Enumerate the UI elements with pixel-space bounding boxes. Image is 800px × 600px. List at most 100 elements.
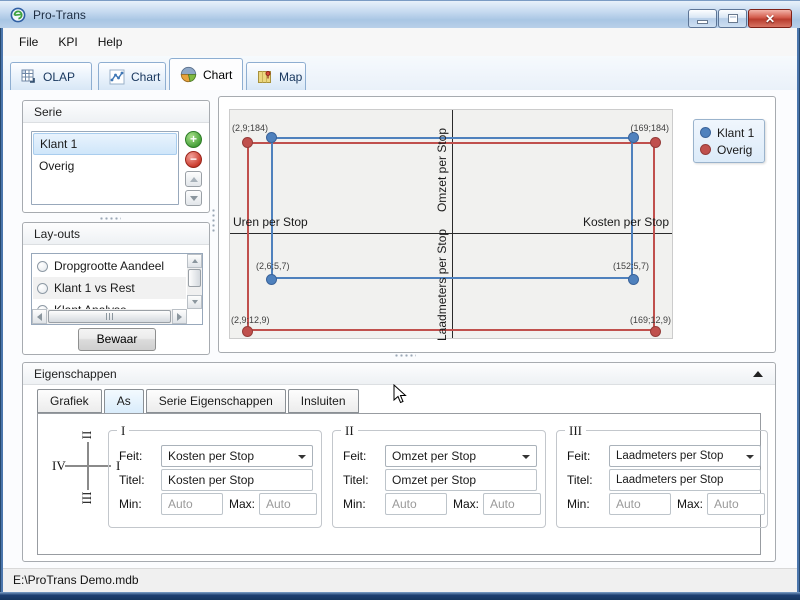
axis-label-top: Omzet per Stop [435,115,451,225]
horizontal-scrollbar[interactable] [32,309,187,324]
menu-file[interactable]: File [9,31,48,53]
titel-label: Titel: [567,473,593,487]
tab-serie-eigenschappen[interactable]: Serie Eigenschappen [146,389,286,413]
add-serie-button[interactable]: + [185,131,202,148]
bewaar-button[interactable]: Bewaar [78,328,156,351]
close-button[interactable]: ✕ [748,9,792,28]
data-point-klant1 [628,132,639,143]
feit-label: Feit: [119,449,142,463]
tab-insluiten[interactable]: Insluiten [288,389,359,413]
min-input-III[interactable]: Auto [609,493,671,515]
feit-label: Feit: [343,449,366,463]
serie-panel: Serie Klant 1 Overig + − [22,100,210,213]
serie-list[interactable]: Klant 1 Overig [31,131,179,205]
max-label: Max: [229,497,255,511]
min-input-I[interactable]: Auto [161,493,223,515]
right-arrow-icon [177,313,182,321]
feit-label: Feit: [567,449,590,463]
statusbar-path: E:\ProTrans Demo.mdb [13,573,139,587]
feit-combobox-III[interactable]: Laadmeters per Stop [609,445,761,467]
layout-item-dropgrootte[interactable]: Dropgrootte Aandeel [33,255,186,277]
tab-chart-line-label: Chart [131,70,160,84]
titel-label: Titel: [119,473,145,487]
feit-combobox-I[interactable]: Kosten per Stop [161,445,313,467]
min-label: Min: [567,497,590,511]
titel-input-III[interactable]: Laadmeters per Stop [609,469,761,491]
tab-chart-pie-label: Chart [203,68,232,82]
tab-as[interactable]: As [104,389,144,414]
tab-map-label: Map [279,70,302,84]
legend-item-klant1: Klant 1 [700,124,758,141]
content-area: Serie Klant 1 Overig + − Lay-outs [3,90,797,568]
legend-dot-red [700,144,711,155]
point-label: (152;5,7) [613,261,649,271]
axis-group-II: II Feit: Omzet per Stop Titel: Omzet per… [332,430,546,528]
vertical-splitter[interactable] [211,208,216,234]
vertical-scroll-thumb[interactable] [188,269,201,287]
layout-item-klantanalyse[interactable]: Klant Analyse [33,299,186,309]
up-arrow-icon [192,259,198,263]
pie-chart-icon [180,66,197,83]
move-down-button[interactable] [185,190,202,206]
legend-dot-blue [700,127,711,138]
menu-help[interactable]: Help [88,31,133,53]
point-label: (2,9;12,9) [231,315,270,325]
tab-olap[interactable]: OLAP [10,62,92,90]
point-label: (2,9;184) [232,123,268,133]
legend-label: Overig [717,143,752,157]
compass-vertical-line [87,442,89,490]
feit-combobox-III-value: Laadmeters per Stop [616,450,723,462]
horizontal-scroll-thumb[interactable] [48,310,171,323]
remove-serie-button[interactable]: − [185,151,202,168]
statusbar: E:\ProTrans Demo.mdb [3,568,797,592]
map-icon [257,69,273,85]
max-label: Max: [453,497,479,511]
tab-grafiek[interactable]: Grafiek [37,389,102,413]
chevron-down-icon [298,455,306,459]
collapse-arrow-icon[interactable] [753,371,763,377]
max-input-III[interactable]: Auto [707,493,765,515]
max-input-I[interactable]: Auto [259,493,317,515]
data-point-overig [242,326,253,337]
titlebar[interactable]: Pro-Trans ✕ [0,0,800,28]
layouts-panel: Lay-outs Dropgrootte Aandeel Klant 1 vs … [22,222,210,355]
legend-item-overig: Overig [700,141,758,158]
scroll-up-button[interactable] [187,254,202,268]
feit-combobox-II[interactable]: Omzet per Stop [385,445,537,467]
move-up-button[interactable] [185,171,202,187]
chart-plot-area[interactable]: (2,9;184) (169;184) (2,6;5,7) (152;5,7) … [229,109,673,339]
minimize-button[interactable] [688,9,717,28]
serie-list-item-overig[interactable]: Overig [33,155,177,177]
scroll-down-button[interactable] [187,295,202,309]
max-label: Max: [677,497,703,511]
scroll-left-button[interactable] [32,309,47,324]
min-label: Min: [119,497,142,511]
horizontal-splitter-left[interactable] [99,216,121,221]
titel-input-II[interactable]: Omzet per Stop [385,469,537,491]
max-input-II[interactable]: Auto [483,493,541,515]
tab-chart-pie[interactable]: Chart [169,58,243,90]
min-input-II[interactable]: Auto [385,493,447,515]
point-label: (2,6;5,7) [256,261,290,271]
properties-panel-header: Eigenschappen [23,363,775,385]
app-logo-icon [10,7,26,23]
vertical-scrollbar[interactable] [187,254,202,309]
tab-map[interactable]: Map [246,62,306,90]
serie-list-item-klant1[interactable]: Klant 1 [33,133,177,155]
data-point-overig [650,137,661,148]
maximize-button[interactable] [718,9,747,28]
chevron-down-icon [522,455,530,459]
layouts-list[interactable]: Dropgrootte Aandeel Klant 1 vs Rest Klan… [31,253,203,325]
tab-chart-line[interactable]: Chart [98,62,166,90]
down-arrow-icon [190,196,198,201]
titel-input-I[interactable]: Kosten per Stop [161,469,313,491]
horizontal-splitter-main[interactable] [394,353,416,358]
layout-item-klant1vsrest[interactable]: Klant 1 vs Rest [33,277,186,299]
maximize-icon [728,14,738,23]
radio-icon[interactable] [37,261,48,272]
scroll-right-button[interactable] [172,309,187,324]
menu-kpi[interactable]: KPI [48,31,87,53]
radio-icon[interactable] [37,283,48,294]
data-point-klant1 [266,274,277,285]
axis-label-left: Uren per Stop [233,215,308,229]
